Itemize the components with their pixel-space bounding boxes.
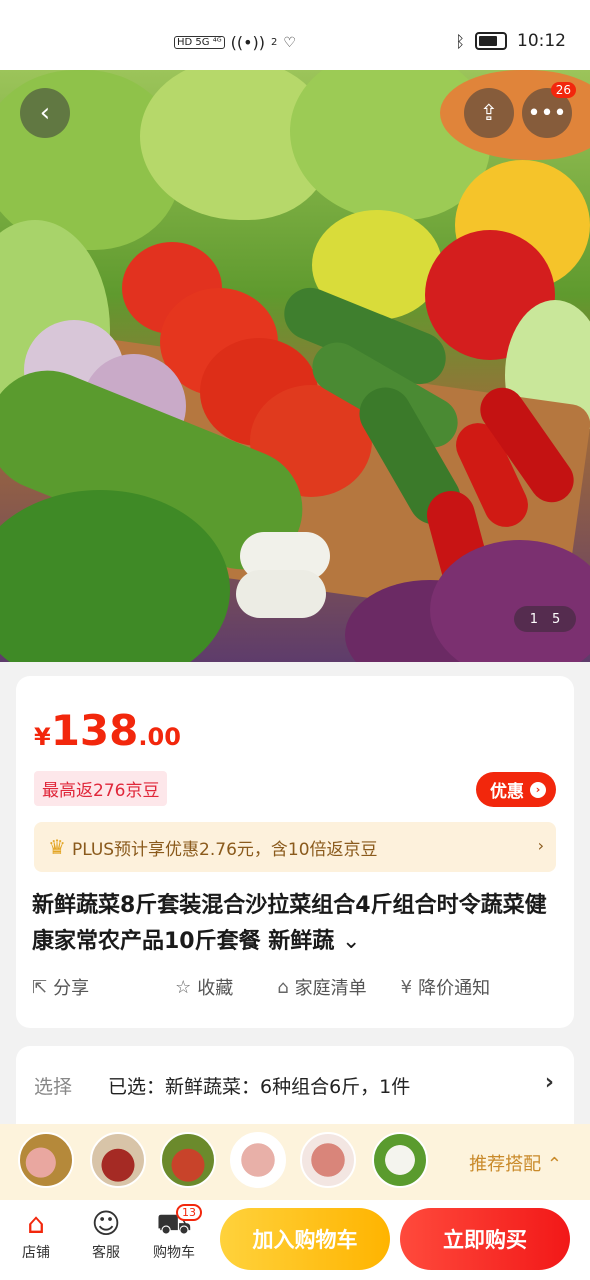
product-title-text: 新鲜蔬菜8斤套装混合沙拉菜组合4斤组合时令蔬菜健康家常农产品10斤套餐 新鲜蔬 [32, 893, 547, 954]
wifi-count: 2 [270, 37, 278, 48]
chevron-right-icon: › [530, 781, 546, 798]
selection-row[interactable]: 选择 已选：新鲜蔬菜：6种组合6斤，1件 › [16, 1046, 574, 1126]
yen-icon: ¥ [400, 976, 413, 998]
status-right: ᛒ 10:12 [455, 31, 566, 51]
product-title[interactable]: 新鲜蔬菜8斤套装混合沙拉菜组合4斤组合时令蔬菜健康家常农产品10斤套餐 新鲜蔬 … [32, 888, 560, 960]
price: ¥138.00 [34, 706, 181, 755]
combo-bar: 推荐搭配 ⌃ [0, 1124, 590, 1200]
bottom-bar: ⌂ 店铺 ☺ 客服 ⛟ 13 购物车 加入购物车 立即购买 [0, 1200, 590, 1280]
price-alert-action[interactable]: ¥ 降价通知 [401, 974, 490, 1000]
share-icon: ⇪ [479, 100, 499, 126]
chevron-down-icon: ⌄ [341, 929, 361, 954]
coupon-label: 优惠 [490, 782, 524, 802]
selection-value: 已选：新鲜蔬菜：6种组合6斤，1件 [108, 1076, 411, 1098]
clock: 10:12 [517, 31, 566, 51]
battery-icon [475, 32, 507, 50]
wifi-icon: ((•)) [230, 33, 265, 52]
crown-icon: ♛ [48, 835, 66, 859]
action-row: ⇱ 分享 ☆ 收藏 ⌂ 家庭清单 ¥ 降价通知 [32, 974, 572, 1000]
store-tab[interactable]: ⌂ 店铺 [6, 1206, 66, 1262]
product-image[interactable]: ‹ ⇪ ••• 26 1 5 [0, 70, 590, 662]
combo-toggle[interactable]: 推荐搭配 ⌃ [469, 1150, 562, 1176]
store-label: 店铺 [22, 1245, 50, 1261]
family-list-action[interactable]: ⌂ 家庭清单 [277, 974, 366, 1000]
bluetooth-icon: ᛒ [455, 31, 465, 51]
scallion-bulb [236, 570, 326, 618]
home-icon: ⌂ [277, 976, 289, 998]
service-tab[interactable]: ☺ 客服 [76, 1206, 136, 1262]
combo-label: 推荐搭配 [469, 1154, 542, 1175]
favorite-label: 收藏 [197, 978, 234, 999]
more-icon: ••• [527, 100, 567, 126]
combo-thumb[interactable] [160, 1132, 216, 1188]
more-badge: 26 [550, 82, 576, 98]
coupon-button[interactable]: 优惠 › [476, 772, 556, 807]
star-icon: ☆ [175, 976, 192, 998]
plus-text: PLUS预计享优惠2.76元，含10倍返京豆 [71, 839, 378, 860]
price-integer: 138 [50, 706, 139, 755]
family-list-label: 家庭清单 [294, 978, 367, 999]
price-symbol: ¥ [34, 723, 51, 751]
price-decimal: .00 [138, 723, 181, 751]
combo-thumb[interactable] [300, 1132, 356, 1188]
price-card: ¥138.00 最高返276京豆 优惠 › ♛ PLUS预计享优惠2.76元，含… [16, 676, 574, 1028]
buy-now-button[interactable]: 立即购买 [400, 1208, 570, 1270]
selection-label: 选择 [34, 1076, 73, 1098]
more-button[interactable]: ••• 26 [522, 82, 576, 138]
beans-badge: 最高返276京豆 [34, 771, 168, 806]
back-button[interactable]: ‹ [20, 88, 70, 138]
add-to-cart-button[interactable]: 加入购物车 [220, 1208, 390, 1270]
cart-count: 13 [176, 1204, 202, 1221]
cart-label: 购物车 [153, 1245, 195, 1261]
cart-tab[interactable]: ⛟ 13 购物车 [144, 1204, 204, 1262]
share-button[interactable]: ⇪ [464, 88, 514, 138]
share-action[interactable]: ⇱ 分享 [32, 974, 89, 1000]
network-indicator: HD 5G ⁴ᴳ [174, 36, 225, 49]
status-indicators: HD 5G ⁴ᴳ ((•)) 2 ♡ [174, 33, 296, 52]
store-icon: ⌂ [27, 1207, 45, 1240]
combo-thumb[interactable] [90, 1132, 146, 1188]
combo-thumb[interactable] [230, 1132, 286, 1188]
status-bar: HD 5G ⁴ᴳ ((•)) 2 ♡ ᛒ 10:12 [0, 0, 590, 70]
back-arrow-icon: ‹ [39, 98, 51, 128]
pager-current: 1 [529, 611, 538, 627]
combo-thumb[interactable] [372, 1132, 428, 1188]
chevron-right-icon: › [544, 1070, 554, 1095]
share-label: 分享 [53, 978, 90, 999]
pager-total: 5 [552, 611, 561, 627]
heart-icon: ♡ [283, 34, 296, 51]
chevron-up-icon: ⌃ [546, 1154, 562, 1175]
favorite-action[interactable]: ☆ 收藏 [175, 974, 233, 1000]
combo-thumb[interactable] [18, 1132, 74, 1188]
service-label: 客服 [92, 1245, 120, 1261]
image-pager: 1 5 [514, 606, 576, 632]
share-icon: ⇱ [32, 976, 48, 998]
chevron-right-icon: › [537, 836, 544, 855]
chat-icon: ☺ [91, 1207, 121, 1240]
price-alert-label: 降价通知 [418, 978, 491, 999]
plus-banner[interactable]: ♛ PLUS预计享优惠2.76元，含10倍返京豆 › [34, 822, 556, 872]
